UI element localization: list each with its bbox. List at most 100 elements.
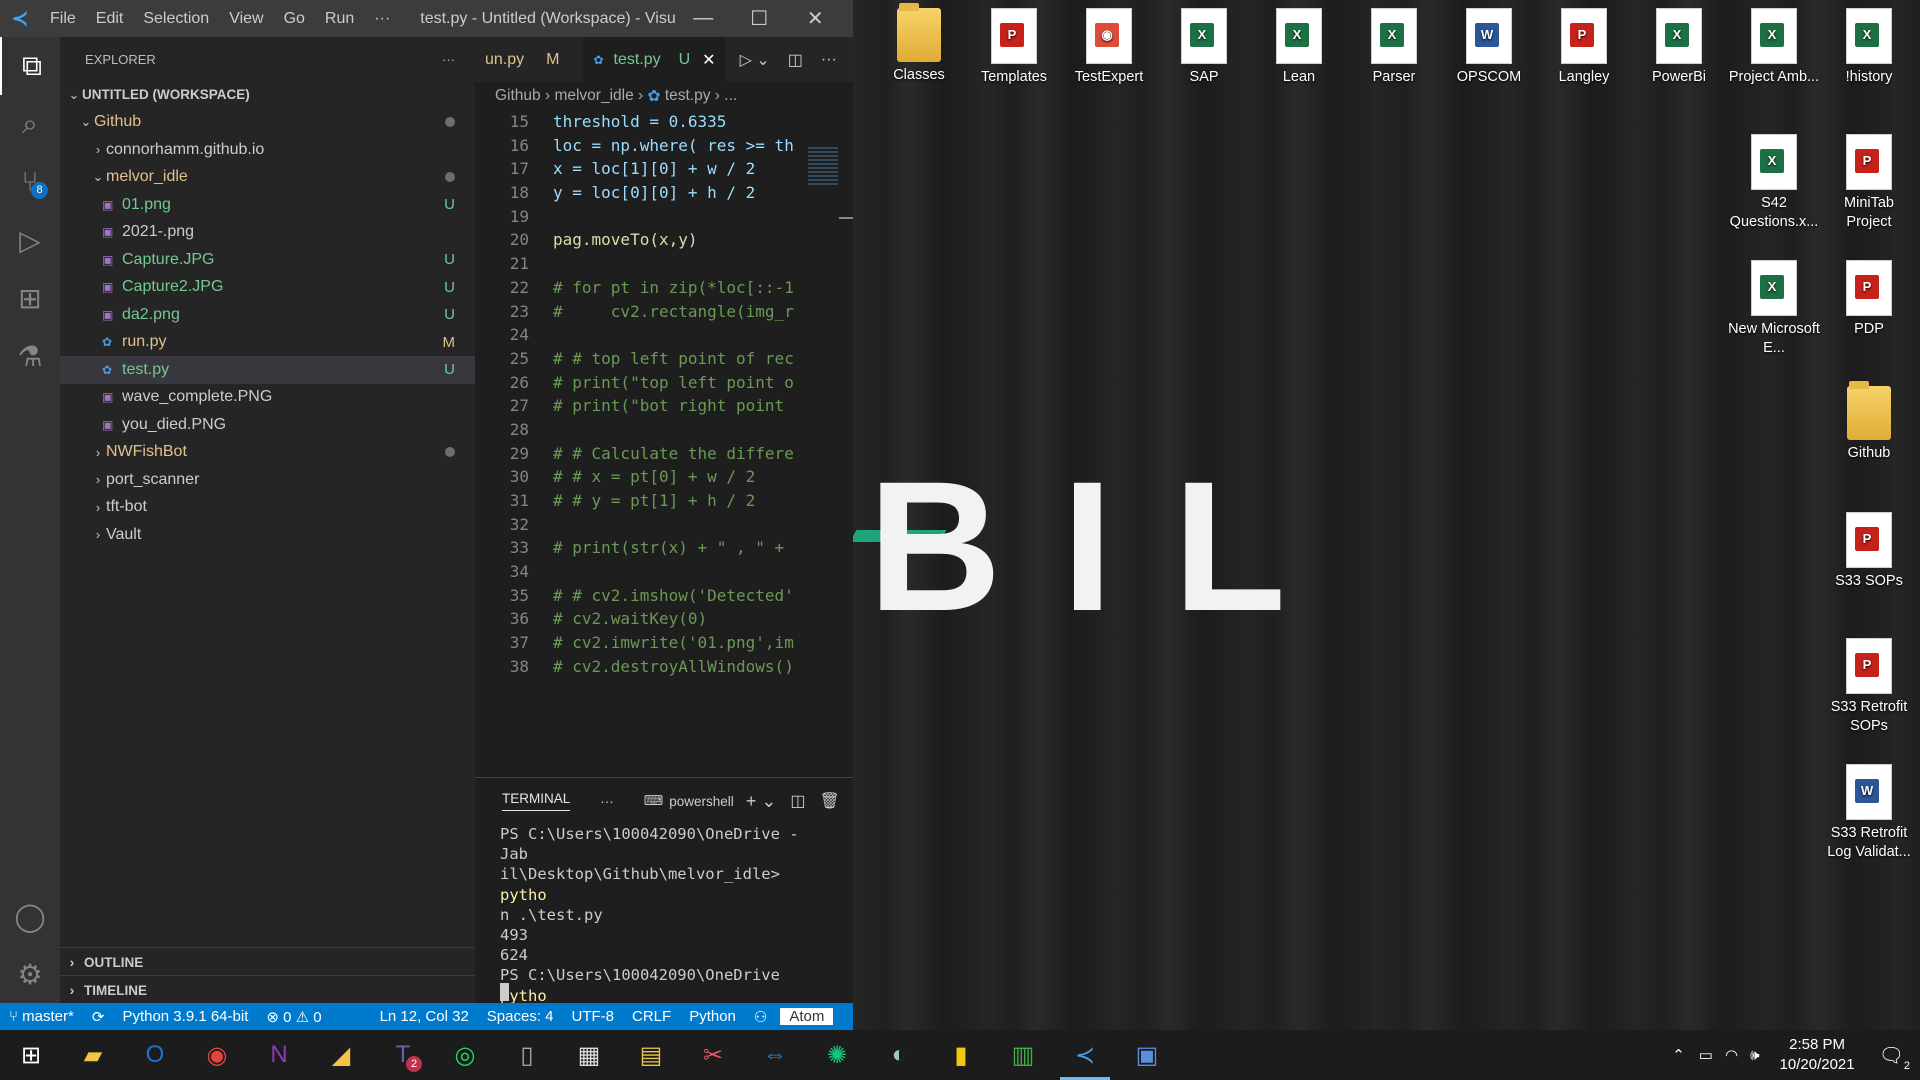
chatgpt-icon[interactable]: ✺ bbox=[806, 1030, 868, 1080]
panel-more-icon[interactable]: ··· bbox=[600, 794, 614, 809]
terminal-panel[interactable]: TERMINAL ··· ⌨ powershell + ⌄ ◫ 🗑 PS C:\… bbox=[475, 777, 853, 1025]
folder-item[interactable]: ⌄ Github bbox=[60, 109, 475, 137]
breadcrumb-item[interactable]: test.py bbox=[665, 87, 711, 105]
parser-icon[interactable]: ▤ bbox=[620, 1030, 682, 1080]
folder-item[interactable]: › port_scanner bbox=[60, 466, 475, 494]
remote-desktop-icon[interactable]: ▣ bbox=[1116, 1030, 1178, 1080]
desktop-icon[interactable]: X SAP bbox=[1158, 8, 1250, 87]
end-of-line[interactable]: CRLF bbox=[623, 1008, 680, 1025]
folder-item[interactable]: › NWFishBot bbox=[60, 439, 475, 467]
encoding[interactable]: UTF-8 bbox=[563, 1008, 624, 1025]
outlook-icon[interactable]: O bbox=[124, 1030, 186, 1080]
file-item[interactable]: ▣ da2.png U bbox=[60, 301, 475, 329]
folder-item[interactable]: ⌄ melvor_idle bbox=[60, 164, 475, 192]
split-editor-icon[interactable]: ◫ bbox=[788, 50, 803, 70]
breadcrumb-item[interactable]: melvor_idle bbox=[554, 87, 633, 105]
terminal-shell-select[interactable]: powershell bbox=[669, 794, 734, 809]
python-interpreter[interactable]: Python 3.9.1 64-bit bbox=[113, 1008, 257, 1025]
code-editor[interactable]: 15 threshold = 0.6335 16 loc = np.where( re… bbox=[475, 110, 853, 679]
onenote-icon[interactable]: N bbox=[248, 1030, 310, 1080]
close-tab-icon[interactable]: ✕ bbox=[702, 50, 715, 70]
file-item[interactable]: ▣ Capture2.JPG U bbox=[60, 274, 475, 302]
desktop-icon[interactable]: Github bbox=[1823, 381, 1915, 463]
language-mode[interactable]: Python bbox=[680, 1008, 745, 1025]
scrollbar-thumb[interactable] bbox=[839, 217, 853, 219]
menu-item[interactable]: File bbox=[40, 10, 86, 28]
live-share-icon[interactable]: ⚇ bbox=[745, 1008, 776, 1026]
wifi-icon[interactable]: ◠ bbox=[1719, 1046, 1744, 1064]
menu-item[interactable]: View bbox=[219, 10, 273, 28]
desktop-icon[interactable]: P MiniTab Project bbox=[1823, 134, 1915, 232]
desktop-icon[interactable]: X !history bbox=[1823, 8, 1915, 87]
source-control-icon[interactable]: ⑂ 8 bbox=[0, 153, 60, 211]
desktop-icon[interactable]: X New Microsoft E... bbox=[1728, 260, 1820, 358]
start-icon[interactable]: ⊞ bbox=[0, 1030, 62, 1080]
vscode-icon[interactable]: ≺ bbox=[1054, 1030, 1116, 1080]
desktop-icon[interactable]: P Langley bbox=[1538, 8, 1630, 87]
show-hidden-icons[interactable]: ⌃ bbox=[1664, 1046, 1693, 1064]
desktop-icon[interactable]: Classes bbox=[873, 3, 965, 85]
spotify-icon[interactable]: ◎ bbox=[434, 1030, 496, 1080]
explorer-icon[interactable]: ⧉ bbox=[0, 37, 62, 95]
git-branch-item[interactable]: ⑂ master* bbox=[0, 1008, 83, 1025]
editor-more-icon[interactable]: ··· bbox=[821, 51, 837, 69]
sticky-icon[interactable]: ◢ bbox=[310, 1030, 372, 1080]
powerbi-icon[interactable]: ▮ bbox=[930, 1030, 992, 1080]
breadcrumb-item[interactable]: ... bbox=[724, 87, 737, 105]
menu-item[interactable]: Run bbox=[315, 10, 364, 28]
folder-item[interactable]: › tft-bot bbox=[60, 494, 475, 522]
file-item[interactable]: ▣ 2021-.png bbox=[60, 219, 475, 247]
minimize-button[interactable]: — bbox=[675, 7, 731, 30]
file-item[interactable]: ▣ 01.png U bbox=[60, 191, 475, 219]
file-item[interactable]: ▣ you_died.PNG bbox=[60, 411, 475, 439]
workspace-root[interactable]: ⌄ UNTITLED (WORKSPACE) bbox=[60, 81, 475, 109]
desktop-icon[interactable]: X S42 Questions.x... bbox=[1728, 134, 1820, 232]
theme-indicator[interactable]: Atom bbox=[780, 1008, 834, 1025]
desktop-icon[interactable]: X Parser bbox=[1348, 8, 1440, 87]
search-icon[interactable]: ⌕ bbox=[0, 95, 60, 153]
file-item[interactable]: ✿ run.py M bbox=[60, 329, 475, 357]
testing-icon[interactable]: ⚗ bbox=[0, 327, 60, 385]
split-terminal-icon[interactable]: ◫ bbox=[790, 791, 805, 811]
editor-area[interactable]: un.py M ✿ test.py U ✕ ▷ ⌄ ◫ ··· Github ›… bbox=[475, 37, 853, 777]
run-debug-icon[interactable]: ▷ bbox=[0, 211, 60, 269]
notification-center-icon[interactable]: 🗨 2 bbox=[1869, 1043, 1920, 1072]
terminal-output[interactable]: PS C:\Users\100042090\OneDrive - Jab il\D… bbox=[475, 824, 853, 1026]
desktop-icon[interactable]: P Templates bbox=[968, 8, 1060, 87]
desktop-icon[interactable]: ◉ TestExpert bbox=[1063, 8, 1155, 87]
desktop-icon[interactable]: X Lean bbox=[1253, 8, 1345, 87]
teams-icon[interactable]: T2 bbox=[372, 1030, 434, 1080]
desktop-icon[interactable]: P S33 Retrofit SOPs bbox=[1823, 638, 1915, 736]
tab-terminal[interactable]: TERMINAL bbox=[502, 791, 571, 811]
kill-terminal-icon[interactable]: 🗑 bbox=[820, 791, 840, 811]
desktop-icon[interactable]: X PowerBi bbox=[1633, 8, 1725, 87]
close-window-button[interactable]: ✕ bbox=[787, 6, 843, 31]
desktop-icon[interactable]: P S33 SOPs bbox=[1823, 512, 1915, 591]
outline-section[interactable]: › OUTLINE bbox=[60, 947, 475, 976]
battery-icon[interactable]: ▭ bbox=[1693, 1046, 1719, 1064]
menu-item[interactable]: ··· bbox=[364, 10, 400, 28]
timeline-section[interactable]: › TIMELINE bbox=[60, 975, 475, 1004]
phone-icon[interactable]: ▯ bbox=[496, 1030, 558, 1080]
problems-indicator[interactable]: ⊗ 0 ⚠ 0 bbox=[257, 1008, 330, 1026]
charts-icon[interactable]: ▥ bbox=[992, 1030, 1054, 1080]
file-item[interactable]: ✿ test.py U bbox=[60, 356, 475, 384]
run-file-icon[interactable]: ▷ ⌄ bbox=[740, 50, 770, 70]
chrome-icon[interactable]: ◉ bbox=[186, 1030, 248, 1080]
menu-item[interactable]: Go bbox=[274, 10, 315, 28]
minimap[interactable] bbox=[808, 147, 838, 187]
sync-icon[interactable]: ⟳ bbox=[83, 1008, 114, 1026]
folder-item[interactable]: › Vault bbox=[60, 521, 475, 549]
explorer-more-icon[interactable]: ··· bbox=[442, 52, 455, 67]
accounts-icon[interactable]: ◯ bbox=[0, 887, 60, 945]
file-item[interactable]: ▣ wave_complete.PNG bbox=[60, 384, 475, 412]
desktop-icon[interactable]: X Project Amb... bbox=[1728, 8, 1820, 87]
indentation[interactable]: Spaces: 4 bbox=[478, 1008, 563, 1025]
menu-item[interactable]: Selection bbox=[133, 10, 219, 28]
volume-icon[interactable]: 🕪 bbox=[1744, 1047, 1765, 1064]
testexpert-icon[interactable]: ▦ bbox=[558, 1030, 620, 1080]
snip-icon[interactable]: ✂ bbox=[682, 1030, 744, 1080]
file-item[interactable]: ▣ Capture.JPG U bbox=[60, 246, 475, 274]
tab-run-py[interactable]: un.py M bbox=[475, 37, 569, 82]
desktop-icon[interactable]: W S33 Retrofit Log Validat... bbox=[1823, 764, 1915, 862]
